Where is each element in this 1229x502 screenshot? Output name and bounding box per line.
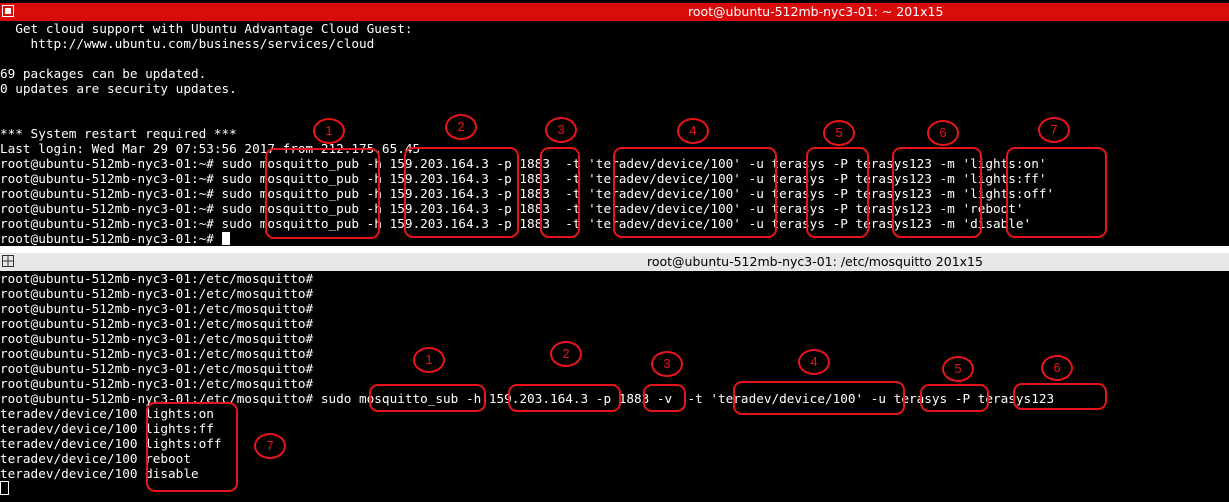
pub-highlight-box bbox=[265, 148, 380, 239]
pub-highlight-box bbox=[806, 147, 869, 238]
sub-callout-number: 1 bbox=[413, 347, 445, 373]
terminal-2-titlebar[interactable]: root@ubuntu-512mb-nyc3-01: /etc/mosquitt… bbox=[0, 253, 1229, 271]
pub-highlight-box bbox=[540, 147, 580, 238]
pub-callout-number: 3 bbox=[545, 117, 577, 143]
terminal-2-title: root@ubuntu-512mb-nyc3-01: /etc/mosquitt… bbox=[647, 254, 983, 269]
sub-highlight-box bbox=[733, 381, 905, 415]
sub-callout-number: 3 bbox=[651, 351, 683, 377]
pub-highlight-box bbox=[404, 147, 519, 238]
sub-highlight-box bbox=[369, 384, 486, 412]
pub-callout-number: 6 bbox=[927, 120, 959, 146]
pub-callout-number: 7 bbox=[1038, 117, 1070, 143]
sub-highlight-box bbox=[643, 384, 686, 412]
pub-highlight-box bbox=[892, 147, 982, 238]
sub-highlight-box bbox=[146, 402, 238, 492]
terminal-line: 0 updates are security updates. bbox=[0, 81, 237, 96]
sub-callout-number: 7 bbox=[254, 433, 286, 459]
window-separator bbox=[0, 246, 1229, 253]
sub-callout-number: 6 bbox=[1041, 355, 1073, 381]
terminal-1-title: root@ubuntu-512mb-nyc3-01: ~ 201x15 bbox=[688, 4, 944, 19]
pub-callout-number: 2 bbox=[445, 114, 477, 140]
terminal-line: root@ubuntu-512mb-nyc3-01:/etc/mosquitto… bbox=[0, 286, 314, 301]
sub-callout-number: 5 bbox=[942, 356, 974, 382]
terminal-line: Get cloud support with Ubuntu Advantage … bbox=[0, 21, 413, 36]
terminal-line: root@ubuntu-512mb-nyc3-01:/etc/mosquitto… bbox=[0, 301, 314, 316]
window-icon[interactable] bbox=[2, 5, 14, 17]
window-icon[interactable] bbox=[2, 255, 14, 267]
pub-highlight-box bbox=[1006, 147, 1107, 238]
sub-highlight-box bbox=[508, 384, 621, 412]
cursor bbox=[221, 232, 230, 245]
terminal-line: root@ubuntu-512mb-nyc3-01:/etc/mosquitto… bbox=[0, 271, 314, 286]
terminal-line: http://www.ubuntu.com/business/services/… bbox=[0, 36, 375, 51]
sub-callout-number: 2 bbox=[550, 341, 582, 367]
pub-callout-number: 5 bbox=[823, 120, 855, 146]
sub-highlight-box bbox=[1013, 383, 1107, 410]
cursor bbox=[0, 481, 9, 495]
terminal-line: root@ubuntu-512mb-nyc3-01:/etc/mosquitto… bbox=[0, 331, 314, 346]
prompt-text: root@ubuntu-512mb-nyc3-01:~# bbox=[0, 231, 222, 246]
terminal-1-titlebar[interactable]: root@ubuntu-512mb-nyc3-01: ~ 201x15 bbox=[0, 3, 1229, 21]
sub-callout-number: 4 bbox=[798, 349, 830, 375]
terminal-line: 69 packages can be updated. bbox=[0, 66, 207, 81]
pub-callout-number: 1 bbox=[313, 118, 345, 144]
terminal-line: root@ubuntu-512mb-nyc3-01:/etc/mosquitto… bbox=[0, 316, 314, 331]
pub-highlight-box bbox=[613, 147, 777, 238]
sub-highlight-box bbox=[920, 384, 989, 412]
pub-callout-number: 4 bbox=[677, 118, 709, 144]
